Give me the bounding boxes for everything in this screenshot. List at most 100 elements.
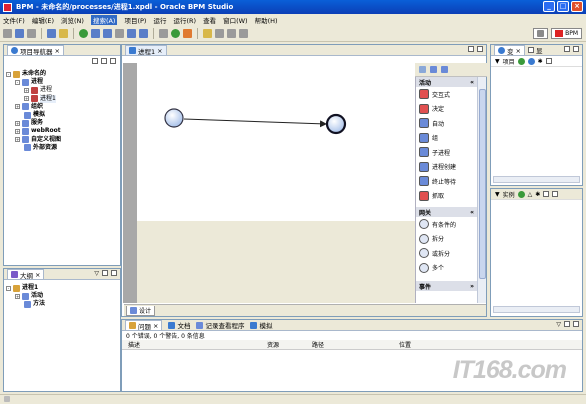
simulation-tab[interactable]: 模拟 <box>250 320 272 330</box>
view-menu-icon[interactable] <box>545 58 552 64</box>
begin-node[interactable] <box>164 108 184 128</box>
debug-icon[interactable] <box>91 29 100 38</box>
documentation-tab[interactable]: 文档 <box>168 320 190 330</box>
folder-icon[interactable] <box>59 29 68 38</box>
close-tab-icon[interactable]: × <box>35 271 40 279</box>
palette-activity-item[interactable]: 组 <box>416 131 477 146</box>
log-viewer-tab[interactable]: 记录查看程序 <box>196 320 244 330</box>
run-dropdown-icon[interactable] <box>171 29 180 38</box>
maximize-view-icon[interactable] <box>111 270 117 276</box>
tree-item[interactable]: - 进程1 <box>6 284 118 292</box>
palette-activity-item[interactable]: 决定 <box>416 102 477 117</box>
minimize-view-icon[interactable] <box>468 46 474 52</box>
zoom-in-icon[interactable] <box>430 66 437 73</box>
variables-tab[interactable]: 变 × <box>494 45 525 56</box>
navigate-icon[interactable] <box>215 29 224 38</box>
palette-activity-item[interactable]: 子进程 <box>416 145 477 160</box>
close-tab-icon[interactable]: × <box>157 47 162 55</box>
dropdown-arrow-icon[interactable]: ▼ <box>495 58 500 65</box>
add-icon[interactable]: ✱ <box>535 191 540 198</box>
collapse-icon[interactable]: « <box>470 79 474 86</box>
minimize-view-icon[interactable] <box>102 270 108 276</box>
layout-icon[interactable] <box>139 29 148 38</box>
display-tab[interactable]: 显 <box>527 45 542 55</box>
menu-window[interactable]: 窗口(W) <box>223 15 248 25</box>
back-icon[interactable] <box>227 29 236 38</box>
project-navigator-tab[interactable]: 项目导航器 × <box>7 45 64 56</box>
menu-project[interactable]: 项目(P) <box>124 15 146 25</box>
forward-icon[interactable] <box>239 29 248 38</box>
expand-toggle-icon[interactable]: + <box>15 129 20 135</box>
events-header[interactable]: 事件 » <box>416 281 477 291</box>
maximize-button[interactable]: □ <box>557 1 569 12</box>
horizontal-scrollbar[interactable] <box>493 306 580 313</box>
transition-arrow[interactable] <box>183 118 327 128</box>
tree-item[interactable]: + 服务 <box>6 119 118 127</box>
minimize-view-icon[interactable] <box>543 191 550 197</box>
menu-view[interactable]: 查看 <box>203 15 216 25</box>
view-menu-icon[interactable] <box>110 58 116 64</box>
menu-file[interactable]: 文件(F) <box>3 15 25 25</box>
zoom-out-icon[interactable] <box>441 66 448 73</box>
palette-activity-item[interactable]: 进程创建 <box>416 160 477 175</box>
horizontal-scrollbar[interactable] <box>493 176 580 183</box>
maximize-view-icon[interactable] <box>477 46 483 52</box>
filter-icon[interactable]: △ <box>528 191 533 198</box>
open-perspective-button[interactable] <box>533 28 549 39</box>
expand-toggle-icon[interactable]: - <box>6 285 11 291</box>
tree-item[interactable]: 模拟 <box>6 111 118 119</box>
outline-tab[interactable]: 大纲 × <box>7 269 45 280</box>
tree-item[interactable]: - 进程 <box>6 78 118 86</box>
expand-toggle-icon[interactable]: - <box>6 71 11 77</box>
tool-icon[interactable] <box>159 29 168 38</box>
build-icon[interactable] <box>47 29 56 38</box>
tree-item[interactable]: 外部资源 <box>6 144 118 152</box>
filter-icon[interactable]: ▽ <box>556 321 561 328</box>
maximize-view-icon[interactable] <box>573 321 579 327</box>
menu-navigate[interactable]: 浏览(N) <box>61 15 84 25</box>
column-location[interactable]: 位置 <box>399 340 411 349</box>
expand-icon[interactable]: » <box>470 283 474 290</box>
palette-activity-item[interactable]: 抓取 <box>416 189 477 204</box>
new-icon[interactable] <box>3 29 12 38</box>
tree-item[interactable]: + 进程 <box>6 86 118 94</box>
tree-item[interactable]: 方法 <box>6 300 118 308</box>
expand-toggle-icon[interactable]: + <box>15 104 20 110</box>
palette-gateway-item[interactable]: 拆分 <box>416 232 477 247</box>
tree-item[interactable]: + webRoot <box>6 127 118 136</box>
run-icon[interactable] <box>79 29 88 38</box>
perspective-bpm-button[interactable]: BPM <box>551 28 582 39</box>
menu-help[interactable]: 帮助(H) <box>255 15 278 25</box>
column-description[interactable]: 描述 <box>122 340 267 349</box>
column-resource[interactable]: 资源 <box>267 340 312 349</box>
end-node[interactable] <box>325 113 347 135</box>
design-tab[interactable]: 设计 <box>126 305 156 316</box>
expand-toggle-icon[interactable]: + <box>15 137 20 143</box>
globe-icon[interactable] <box>103 29 112 38</box>
tree-item[interactable]: + 自定义视图 <box>6 136 118 144</box>
palette-activity-item[interactable]: 自动 <box>416 116 477 131</box>
tree-item[interactable]: + 组织 <box>6 103 118 111</box>
palette-activity-item[interactable]: 终止等待 <box>416 174 477 189</box>
menu-edit[interactable]: 编辑(E) <box>32 15 54 25</box>
close-tab-icon[interactable]: × <box>516 47 521 55</box>
tree-item[interactable]: + 活动 <box>6 292 118 300</box>
grid-icon[interactable] <box>127 29 136 38</box>
minimize-button[interactable]: _ <box>543 1 555 12</box>
palette-scrollbar[interactable] <box>477 77 486 303</box>
dropdown-arrow-icon[interactable]: ▼ <box>495 191 500 198</box>
expand-toggle-icon[interactable]: + <box>15 120 20 126</box>
expand-toggle-icon[interactable]: - <box>15 79 20 85</box>
sync-icon[interactable] <box>527 57 535 65</box>
select-tool-icon[interactable] <box>419 66 426 73</box>
palette-gateway-item[interactable]: 有条件的 <box>416 217 477 232</box>
maximize-view-icon[interactable] <box>573 46 579 52</box>
minimize-view-icon[interactable] <box>564 46 570 52</box>
maximize-view-icon[interactable] <box>552 191 559 197</box>
gateways-header[interactable]: 网关 « <box>416 207 477 217</box>
refresh-icon[interactable] <box>517 190 525 198</box>
print-icon[interactable] <box>27 29 36 38</box>
menu-process[interactable]: 运行 <box>153 15 166 25</box>
close-tab-icon[interactable]: × <box>153 322 158 330</box>
palette-gateway-item[interactable]: 或拆分 <box>416 246 477 261</box>
